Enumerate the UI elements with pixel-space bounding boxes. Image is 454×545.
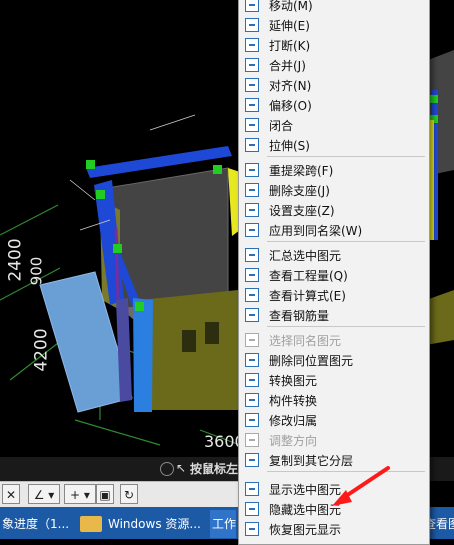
- red-arrow-annotation: [332, 466, 390, 506]
